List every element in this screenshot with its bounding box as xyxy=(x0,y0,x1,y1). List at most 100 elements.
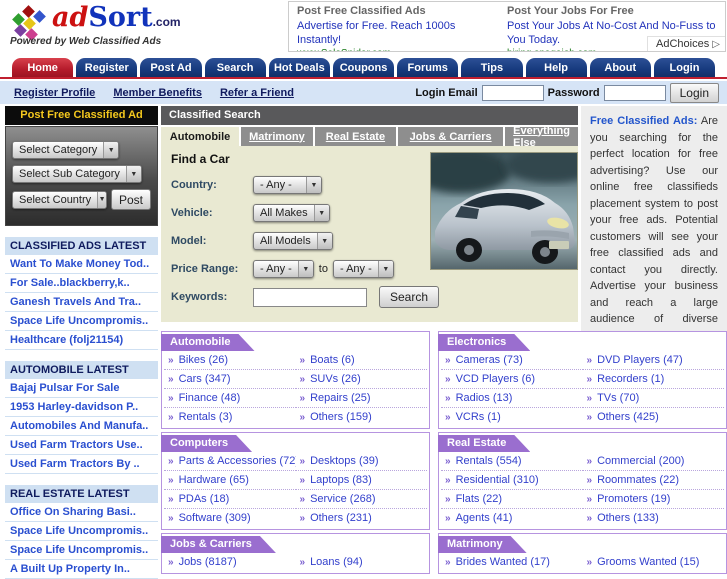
category-link[interactable]: » VCRs (1) xyxy=(441,408,583,426)
post-button[interactable]: Post xyxy=(110,189,151,210)
latest-ad-link[interactable]: A Built Up Property In.. xyxy=(5,560,158,579)
category-link-label: Service (268) xyxy=(310,493,376,505)
left-sidebar: Post Free Classified Ad Select Category … xyxy=(5,106,158,579)
category-link-label: Promoters (19) xyxy=(597,493,671,505)
tab-matrimony[interactable]: Matrimony xyxy=(241,127,313,146)
sponsored-ad-2[interactable]: Post Your Jobs For Free Post Your Jobs A… xyxy=(499,2,725,51)
category-link[interactable]: » Boats (6) xyxy=(295,351,427,370)
category-link[interactable]: » Promoters (19) xyxy=(582,490,724,509)
category-select[interactable]: Select Category ▼ xyxy=(12,141,120,159)
latest-ad-link[interactable]: Space Life Uncompromis.. xyxy=(5,312,158,331)
category-link[interactable]: » Cars (347) xyxy=(164,370,296,389)
latest-ad-link[interactable]: Bajaj Pulsar For Sale xyxy=(5,379,158,398)
member-benefits-link[interactable]: Member Benefits xyxy=(113,87,202,99)
category-link[interactable]: » Brides Wanted (17) xyxy=(441,553,583,571)
category-link-label: Software (309) xyxy=(178,512,251,524)
category-link[interactable]: » Radios (13) xyxy=(441,389,583,408)
category-link[interactable]: » TVs (70) xyxy=(582,389,724,408)
nav-tab-hot-deals[interactable]: Hot Deals xyxy=(268,58,330,77)
country-select[interactable]: Select Country ▼ xyxy=(12,190,107,209)
price-to-select[interactable]: - Any - ▼ xyxy=(332,260,394,278)
category-link[interactable]: » Commercial (200) xyxy=(582,452,724,471)
category-link[interactable]: » Others (133) xyxy=(583,509,725,527)
category-link[interactable]: » Others (231) xyxy=(296,509,428,527)
nav-tab-post-ad[interactable]: Post Ad xyxy=(140,58,202,77)
search-button[interactable]: Search xyxy=(379,286,440,308)
category-link[interactable]: » Parts & Accessories (72) xyxy=(164,452,296,471)
car-photo xyxy=(430,152,578,270)
login-email-input[interactable] xyxy=(481,84,544,101)
category-link[interactable]: » Bikes (26) xyxy=(164,351,296,370)
category-link[interactable]: » VCD Players (6) xyxy=(441,370,583,389)
latest-ad-link[interactable]: Used Farm Tractors By .. xyxy=(5,455,158,474)
category-link-label: Rentals (554) xyxy=(455,455,522,467)
latest-ad-link[interactable]: For Sale..blackberry,k.. xyxy=(5,274,158,293)
ad1-title: Post Free Classified Ads xyxy=(297,5,426,17)
category-link[interactable]: » Roommates (22) xyxy=(582,471,724,490)
adsort-logo[interactable]: adSort.com xyxy=(52,2,181,33)
vehicle-select[interactable]: All Makes ▼ xyxy=(253,204,330,222)
latest-ad-link[interactable]: Want To Make Money Tod.. xyxy=(5,255,158,274)
nav-tab-search[interactable]: Search xyxy=(204,58,266,77)
nav-tab-forums[interactable]: Forums xyxy=(397,58,459,77)
model-select[interactable]: All Models ▼ xyxy=(253,232,333,250)
category-link[interactable]: » Others (159) xyxy=(296,408,428,426)
latest-ad-link[interactable]: Space Life Uncompromis.. xyxy=(5,541,158,560)
login-button[interactable]: Login xyxy=(669,82,719,103)
latest-ad-link[interactable]: Space Life Uncompromis.. xyxy=(5,522,158,541)
category-link[interactable]: » Residential (310) xyxy=(441,471,583,490)
register-profile-link[interactable]: Register Profile xyxy=(14,87,95,99)
double-arrow-icon: » xyxy=(586,393,593,404)
latest-ad-link[interactable]: Office On Sharing Basi.. xyxy=(5,503,158,522)
latest-ad-link[interactable]: Automobiles And Manufa.. xyxy=(5,417,158,436)
nav-tab-home[interactable]: Home xyxy=(12,58,74,77)
search-country-select[interactable]: - Any - ▼ xyxy=(253,176,322,194)
category-link[interactable]: » Repairs (25) xyxy=(295,389,427,408)
category-link[interactable]: » Rentals (3) xyxy=(164,408,296,426)
refer-a-friend-link[interactable]: Refer a Friend xyxy=(220,87,294,99)
category-link[interactable]: » Recorders (1) xyxy=(582,370,724,389)
category-link-label: TVs (70) xyxy=(597,392,640,404)
nav-tab-tips[interactable]: Tips xyxy=(461,58,523,77)
category-link[interactable]: » Rentals (554) xyxy=(441,452,583,471)
nav-tab-about[interactable]: About xyxy=(589,58,651,77)
tab-everything-else[interactable]: Everything Else xyxy=(505,125,578,149)
double-arrow-icon: » xyxy=(586,494,593,505)
price-from-select[interactable]: - Any - ▼ xyxy=(253,260,314,278)
category-link[interactable]: » Flats (22) xyxy=(441,490,583,509)
category-link[interactable]: » SUVs (26) xyxy=(295,370,427,389)
tab-automobile[interactable]: Automobile xyxy=(161,127,240,146)
category-link[interactable]: » PDAs (18) xyxy=(164,490,296,509)
sponsored-ad-1[interactable]: Post Free Classified Ads Advertise for F… xyxy=(289,2,499,51)
nav-tab-help[interactable]: Help xyxy=(525,58,587,77)
category-link[interactable]: » Desktops (39) xyxy=(295,452,427,471)
category-link[interactable]: » Software (309) xyxy=(164,509,296,527)
category-link[interactable]: » Finance (48) xyxy=(164,389,296,408)
keywords-input[interactable] xyxy=(253,287,367,307)
nav-tab-register[interactable]: Register xyxy=(76,58,138,77)
category-select-value: Select Category xyxy=(19,144,98,156)
category-link[interactable]: » Others (425) xyxy=(583,408,725,426)
password-input[interactable] xyxy=(603,84,666,101)
ad1-url[interactable]: www.SaleSpider.com xyxy=(297,47,491,51)
category-link[interactable]: » DVD Players (47) xyxy=(582,351,724,370)
tab-real-estate[interactable]: Real Estate xyxy=(314,127,397,146)
latest-ad-link[interactable]: Healthcare (folj21154) xyxy=(5,331,158,350)
classified-ads-latest-section: CLASSIFIED ADS LATEST Want To Make Money… xyxy=(5,237,158,350)
category-link[interactable]: » Loans (94) xyxy=(296,553,428,571)
category-link[interactable]: » Service (268) xyxy=(295,490,427,509)
category-link[interactable]: » Hardware (65) xyxy=(164,471,296,490)
latest-ad-link[interactable]: Used Farm Tractors Use.. xyxy=(5,436,158,455)
category-link[interactable]: » Laptops (83) xyxy=(295,471,427,490)
adchoices-badge[interactable]: AdChoices ▷ xyxy=(647,36,725,51)
tab-jobs-carriers[interactable]: Jobs & Carriers xyxy=(398,127,504,146)
category-link[interactable]: » Cameras (73) xyxy=(441,351,583,370)
category-link[interactable]: » Agents (41) xyxy=(441,509,583,527)
category-link[interactable]: » Grooms Wanted (15) xyxy=(583,553,725,571)
subcategory-select[interactable]: Select Sub Category ▼ xyxy=(12,165,142,183)
latest-ad-link[interactable]: Ganesh Travels And Tra.. xyxy=(5,293,158,312)
nav-tab-login[interactable]: Login xyxy=(653,58,716,77)
category-link[interactable]: » Jobs (8187) xyxy=(164,553,296,571)
latest-ad-link[interactable]: 1953 Harley-davidson P.. xyxy=(5,398,158,417)
nav-tab-coupons[interactable]: Coupons xyxy=(332,58,395,77)
